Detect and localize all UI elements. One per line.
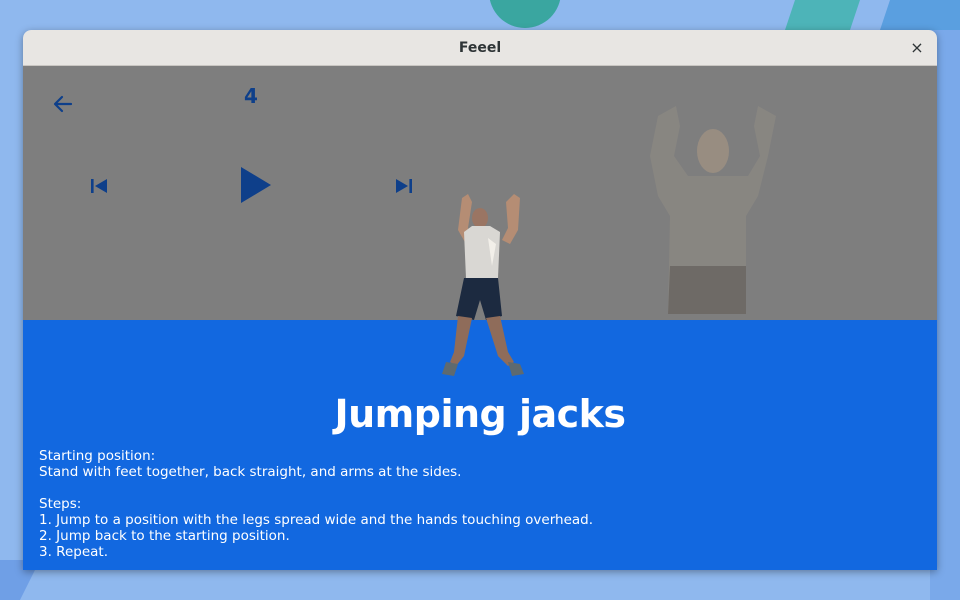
step-item: 3. Repeat.	[39, 544, 108, 560]
close-button[interactable]: ×	[907, 38, 927, 58]
skip-next-icon	[396, 179, 412, 193]
next-exercise-button[interactable]	[392, 174, 416, 198]
arrow-left-icon	[53, 95, 73, 113]
app-window: Feeel × 4 Jumping jacks Starting positio…	[23, 30, 937, 570]
rep-counter: 4	[244, 84, 258, 108]
title-bar: Feeel ×	[23, 30, 937, 66]
exercise-description: Starting position: Stand with feet toget…	[39, 448, 919, 560]
exercise-title: Jumping jacks	[334, 392, 626, 436]
steps-label: Steps:	[39, 496, 82, 512]
play-icon	[241, 167, 271, 203]
skip-previous-icon	[91, 179, 107, 193]
window-title: Feeel	[458, 40, 502, 56]
exercise-silhouette	[650, 106, 776, 314]
back-button[interactable]	[51, 92, 75, 116]
starting-position-label: Starting position:	[39, 448, 156, 464]
previous-exercise-button[interactable]	[87, 174, 111, 198]
exercise-figure	[442, 194, 524, 376]
play-button[interactable]	[235, 164, 277, 206]
step-item: 2. Jump back to the starting position.	[39, 528, 290, 544]
starting-position-text: Stand with feet together, back straight,…	[39, 464, 462, 480]
step-item: 1. Jump to a position with the legs spre…	[39, 512, 594, 528]
